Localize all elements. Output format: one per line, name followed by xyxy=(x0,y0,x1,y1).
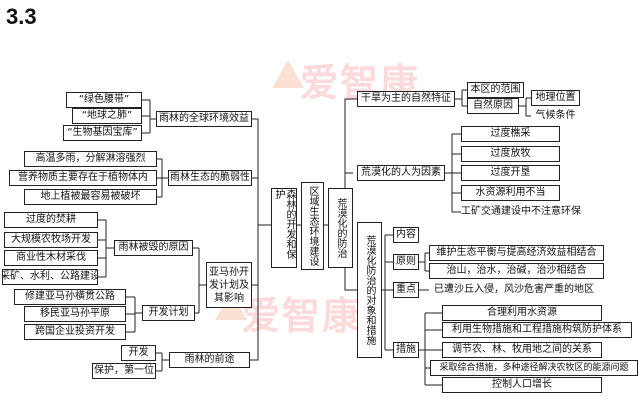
node-focus-sand-dune-areas: 已遭沙丘入侵，风沙危害严重的地区 xyxy=(434,284,594,296)
node-migration-amazon-plain: 移民亚马孙平原 xyxy=(24,306,126,322)
node-content: 内容 xyxy=(393,227,419,243)
node-deforestation-causes: 雨林被毁的原因 xyxy=(114,240,193,256)
node-rainforest-future: 雨林的前途 xyxy=(169,352,250,368)
node-protect-first: 保护，第一位 xyxy=(92,363,156,379)
node-earth-lung: “地球之肺” xyxy=(72,108,142,124)
node-mining-water-roads: 采矿、水利、公路建设 xyxy=(2,269,98,285)
node-develop: 开发 xyxy=(121,345,156,361)
node-region-scope: 本区的范围 xyxy=(467,82,524,98)
node-farm-ranch-development: 大规模农牧场开发 xyxy=(4,232,98,248)
center-node-desertification: 荒漠化的防治 xyxy=(328,188,353,268)
node-principle-balance: 维护生态平衡与提高经济效益相结合 xyxy=(429,245,604,261)
node-principle: 原则 xyxy=(393,254,419,270)
node-green-belt: “绿色腰带” xyxy=(66,92,142,108)
node-gene-bank: “生物基因宝库” xyxy=(63,125,142,141)
node-prevention-objects-measures: 荒漠化防治的对象和措施 xyxy=(357,222,382,358)
node-measure-land-use: 调节农、林、牧用地之间的关系 xyxy=(442,342,602,358)
node-multinational-investment: 跨国企业投资开发 xyxy=(24,324,126,340)
node-arid-natural-features: 干旱为主的自然特征 xyxy=(357,91,455,107)
node-measures: 措施 xyxy=(393,342,419,358)
node-nutrients-in-plants: 营养物质主要存在于植物体内 xyxy=(9,170,157,186)
node-human-factors: 荒漠化的人为因素 xyxy=(357,165,445,181)
node-development-plan: 开发计划 xyxy=(142,305,195,321)
center-node-forest-development: 森林的开发和保护 xyxy=(271,188,297,268)
watermark-bottom: 爱智康 xyxy=(242,294,363,338)
node-vegetation-damage: 地上植被最容易被破坏 xyxy=(24,189,157,205)
node-water-misuse: 水资源利用不当 xyxy=(461,185,560,201)
node-rainforest-fragility: 雨林生态的脆弱性 xyxy=(168,170,252,186)
node-measure-population: 控制人口增长 xyxy=(442,377,602,393)
node-measure-bio-engineering: 利用生物措施和工程措施构筑防护体系 xyxy=(442,322,632,338)
node-over-grazing: 过度放牧 xyxy=(461,146,560,162)
node-climate-conditions: 气候条件 xyxy=(535,110,576,122)
node-focus: 重点 xyxy=(393,282,419,298)
node-commercial-logging: 商业性木材采伐 xyxy=(4,250,98,266)
node-amazon-development-plan: 亚马孙开发计划及其影响 xyxy=(206,262,252,308)
node-mining-transport-env: 工矿交通建设中不注意环保 xyxy=(461,206,581,218)
node-measure-energy: 采取综合措施，多种途径解决农牧区的能源问题 xyxy=(430,360,638,376)
section-number: 3.3 xyxy=(6,4,37,29)
node-geographic-location: 地理位置 xyxy=(531,90,580,106)
node-natural-causes: 自然原因 xyxy=(467,98,519,114)
node-excessive-burning: 过度的焚耕 xyxy=(4,212,98,228)
node-rainforest-global-benefits: 雨林的全球环境效益 xyxy=(156,111,252,127)
node-measure-water: 合理利用水资源 xyxy=(442,305,602,321)
center-node-regional-ecology: 区域生态环境建设 xyxy=(301,182,324,270)
node-high-temp-rain: 高温多雨，分解淋溶强烈 xyxy=(24,151,157,167)
node-trans-amazon-highway: 修建亚马孙横贯公路 xyxy=(14,289,126,305)
node-principle-combined: 治山，治水，治碱，治沙相结合 xyxy=(429,263,604,279)
node-over-logging: 过度樵采 xyxy=(461,126,560,142)
node-over-cultivation: 过度开垦 xyxy=(461,165,560,181)
